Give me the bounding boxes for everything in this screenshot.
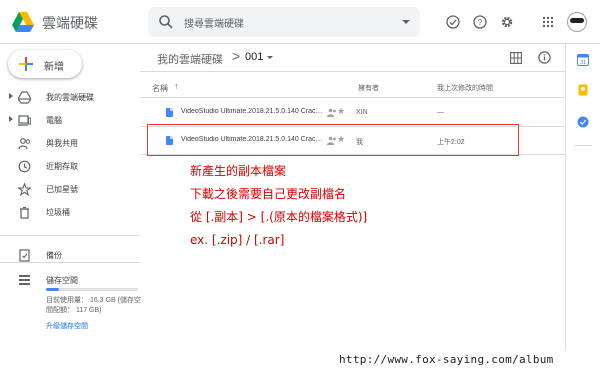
folder-menu-caret-icon[interactable] [267, 56, 273, 59]
svg-text:?: ? [478, 18, 483, 27]
column-name[interactable]: 名稱 [152, 83, 168, 94]
highlight-box [147, 124, 519, 156]
file-last-modified: — [437, 109, 444, 116]
sidebar-item-backups[interactable]: 備份 [0, 244, 140, 267]
new-button-label: 新增 [44, 62, 64, 73]
sidebar-item-label: 電腦 [46, 116, 62, 125]
sidebar-item-label: 備份 [46, 251, 62, 260]
account-avatar[interactable] [567, 12, 587, 32]
column-owner[interactable]: 擁有者 [358, 83, 379, 93]
storage-title[interactable]: 儲存空間 [46, 275, 78, 286]
sidebar-divider [0, 224, 140, 236]
shared-with-me-icon [18, 138, 31, 150]
watermark-text: http://www.fox-saying.com/album [339, 353, 554, 366]
backup-icon [19, 249, 30, 262]
storage-usage-bar [46, 288, 138, 291]
annotation-text: 新產生的副本檔案 下載之後需要自己更改副檔名 從 [.副本] > [.(原本的檔… [190, 160, 367, 252]
top-bar: 雲端硬碟 搜尋雲端硬碟 ? [0, 0, 600, 44]
storage-usage-text: 目前使用量： 16.3 GB (儲存空間配額： 117 GB) [46, 297, 141, 314]
drive-logo-icon[interactable] [12, 12, 34, 32]
tasks-icon[interactable] [577, 116, 589, 128]
search-options-icon[interactable] [402, 20, 410, 24]
search-input[interactable]: 搜尋雲端硬碟 [184, 15, 244, 30]
info-icon[interactable] [538, 51, 551, 64]
main-header: 我的雲端硬碟 > 001 [140, 44, 565, 72]
clock-icon [18, 160, 31, 173]
sidebar-item-label: 垃圾桶 [46, 208, 70, 217]
search-bar[interactable]: 搜尋雲端硬碟 [148, 7, 420, 37]
app-title: 雲端硬碟 [42, 15, 98, 31]
expand-arrow-icon[interactable] [9, 93, 13, 99]
sidebar-item-label: 與我共用 [46, 139, 78, 148]
sidebar-nav: 我的雲端硬碟 電腦 與我共用 近期存取 已加星號 垃圾桶 備份 [0, 86, 140, 267]
storage-icon [19, 275, 30, 285]
apps-grid-icon[interactable] [541, 15, 555, 29]
sidebar-item-trash[interactable]: 垃圾桶 [0, 201, 140, 224]
trash-icon [20, 206, 29, 219]
column-last-modified[interactable]: 我上次修改的時間 [437, 83, 493, 93]
shared-people-icon [327, 108, 336, 117]
sidebar-item-label: 我的雲端硬碟 [46, 93, 94, 102]
upgrade-storage-link[interactable]: 升級儲存空間 [46, 321, 88, 331]
breadcrumb-separator: > [232, 48, 241, 64]
sidebar-item-label: 近期存取 [46, 162, 78, 171]
storage-usage-fill [46, 288, 59, 291]
watermark: http://www.fox-saying.com/album [327, 350, 600, 370]
plus-icon [19, 57, 33, 71]
new-button[interactable]: 新增 [8, 50, 82, 78]
drive-icon [18, 91, 31, 104]
breadcrumb-current-folder[interactable]: 001 [245, 51, 263, 63]
breadcrumb-root[interactable]: 我的雲端硬碟 [157, 51, 223, 67]
file-list-header: 名稱 ↑ 擁有者 我上次修改的時間 [140, 78, 565, 98]
grid-view-icon[interactable] [510, 52, 522, 64]
sidebar-item-label: 已加星號 [46, 185, 78, 194]
file-row[interactable]: VideoStudio Ultimate.2018.21.5.0.140 Cra… [140, 99, 565, 127]
sidebar-item-computers[interactable]: 電腦 [0, 109, 140, 132]
help-icon[interactable]: ? [473, 15, 487, 29]
document-file-icon [166, 108, 173, 117]
file-name[interactable]: VideoStudio Ultimate.2018.21.5.0.140 Cra… [181, 108, 325, 115]
star-icon[interactable]: ★ [337, 106, 345, 117]
sidebar-item-shared-with-me[interactable]: 與我共用 [0, 132, 140, 155]
sort-arrow-icon[interactable]: ↑ [174, 81, 179, 91]
annotation-line: ex. [.zip] / [.rar] [190, 233, 285, 247]
sidebar-divider [0, 262, 140, 263]
sidebar-item-starred[interactable]: 已加星號 [0, 178, 140, 201]
side-panel: 31 [565, 44, 600, 370]
svg-text:31: 31 [580, 60, 586, 66]
annotation-line: 從 [.副本] > [.(原本的檔案格式)] [190, 210, 368, 224]
annotation-line: 下載之後需要自己更改副檔名 [190, 187, 347, 201]
keep-icon[interactable] [577, 84, 589, 96]
file-owner: XIN [356, 109, 368, 116]
sidebar-item-my-drive[interactable]: 我的雲端硬碟 [0, 86, 140, 109]
side-panel-divider [574, 145, 592, 146]
expand-arrow-icon[interactable] [9, 116, 13, 122]
star-icon [18, 183, 31, 196]
calendar-icon[interactable]: 31 [577, 54, 589, 66]
sidebar-item-recent[interactable]: 近期存取 [0, 155, 140, 178]
settings-gear-icon[interactable] [500, 15, 514, 29]
computer-icon [18, 115, 31, 126]
annotation-line: 新產生的副本檔案 [190, 164, 287, 178]
offline-status-icon[interactable] [446, 15, 460, 29]
search-icon[interactable] [158, 14, 174, 30]
